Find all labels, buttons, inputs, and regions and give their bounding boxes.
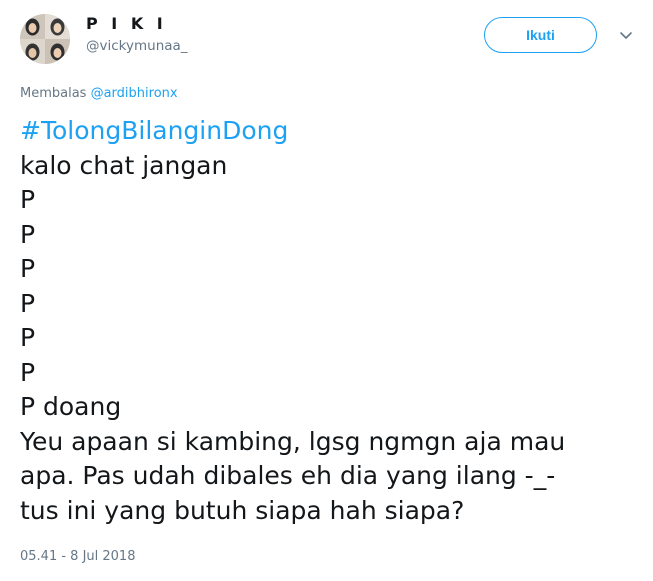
tweet-line: P xyxy=(20,254,36,283)
tweet-line: tus ini yang butuh siapa hah siapa? xyxy=(20,495,465,525)
reply-context: Membalas @ardibhironx xyxy=(20,86,178,101)
tweet-line: P xyxy=(20,357,36,387)
user-display-name[interactable]: P I K I xyxy=(86,14,167,33)
tweet-line: kalo chat jangan xyxy=(20,150,228,180)
tweet-text: #TolongBilanginDong kalo chat jangan P P… xyxy=(20,114,630,528)
reply-prefix: Membalas xyxy=(20,86,87,101)
user-handle[interactable]: @vickymunaa_ xyxy=(86,38,188,54)
tweet-line: apa. Pas udah dibales eh dia yang ilang … xyxy=(20,461,556,490)
avatar[interactable] xyxy=(20,14,70,64)
tweet-line: P xyxy=(20,219,36,249)
reply-target-link[interactable]: @ardibhironx xyxy=(91,86,178,101)
hashtag-link[interactable]: #TolongBilanginDong xyxy=(20,114,630,149)
tweet-line: P xyxy=(20,323,36,352)
avatar-photo-icon xyxy=(20,14,70,64)
tweet-card: P I K I @vickymunaa_ Ikuti Membalas @ard… xyxy=(0,0,653,581)
tweet-timestamp[interactable]: 05.41 - 8 Jul 2018 xyxy=(20,549,135,564)
tweet-line: P xyxy=(20,185,36,214)
tweet-line: Yeu apaan si kambing, lgsg ngmgn aja mau xyxy=(20,426,566,456)
follow-button[interactable]: Ikuti xyxy=(484,17,597,53)
tweet-line: P doang xyxy=(20,392,122,421)
tweet-line: P xyxy=(20,288,36,318)
chevron-down-icon[interactable] xyxy=(618,28,634,42)
